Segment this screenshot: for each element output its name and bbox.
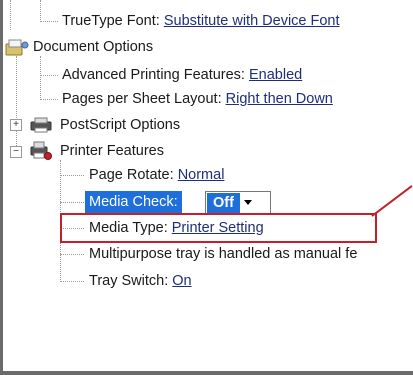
tree-item-tray-switch[interactable]: Tray Switch: On — [89, 270, 192, 292]
pages-per-sheet-label: Pages per Sheet Layout: — [62, 91, 222, 107]
tree-item-page-rotate[interactable]: Page Rotate: Normal — [89, 164, 224, 186]
printer-features-label: Printer Features — [60, 143, 164, 159]
printer-icon — [28, 115, 54, 139]
media-check-value: Off — [207, 193, 240, 213]
document-options-icon — [4, 38, 30, 62]
tray-switch-label: Tray Switch: — [89, 273, 169, 289]
tray-switch-value[interactable]: On — [172, 273, 191, 289]
tree-connector — [40, 75, 58, 76]
tree-connector — [60, 202, 84, 203]
page-rotate-label: Page Rotate: — [89, 167, 174, 183]
media-check-label[interactable]: Media Check: — [85, 191, 182, 213]
advanced-printing-label: Advanced Printing Features: — [62, 67, 245, 83]
document-options-label: Document Options — [33, 39, 154, 55]
tree-connector — [10, 0, 11, 30]
truetype-font-value[interactable]: Substitute with Device Font — [164, 13, 340, 29]
tree-connector — [60, 281, 84, 282]
advanced-printing-value[interactable]: Enabled — [249, 67, 302, 83]
pages-per-sheet-value[interactable]: Right then Down — [226, 91, 333, 107]
chevron-down-icon[interactable] — [240, 193, 256, 213]
tree-item-truetype-font[interactable]: TrueType Font: Substitute with Device Fo… — [62, 10, 340, 32]
window-frame-bottom — [0, 371, 413, 375]
tree-item-multipurpose-tray[interactable]: Multipurpose tray is handled as manual f… — [89, 243, 357, 265]
tree-connector — [40, 56, 41, 100]
media-check-dropdown[interactable]: Off — [205, 191, 271, 215]
printer-features-icon — [28, 139, 54, 165]
tree-item-advanced-printing[interactable]: Advanced Printing Features: Enabled — [62, 64, 302, 86]
multipurpose-tray-label: Multipurpose tray is handled as manual f… — [89, 246, 358, 262]
annotation-callout-line — [371, 185, 413, 217]
tree-connector — [16, 56, 17, 154]
truetype-font-label: TrueType Font: — [62, 13, 160, 29]
tree-item-document-options[interactable]: Document Options — [33, 36, 153, 58]
tree-connector — [40, 21, 58, 22]
tree-item-postscript-options[interactable]: PostScript Options — [60, 114, 180, 136]
expand-toggle-printer-features[interactable]: − — [10, 146, 22, 158]
tree-connector — [60, 175, 84, 176]
expand-toggle-postscript[interactable]: + — [10, 119, 22, 131]
tree-item-printer-features[interactable]: Printer Features — [60, 140, 164, 162]
settings-tree: TrueType Font: Substitute with Device Fo… — [0, 0, 413, 375]
tree-connector — [40, 99, 58, 100]
tree-connector — [40, 0, 41, 22]
window-frame-left — [0, 0, 3, 375]
tree-connector — [60, 254, 84, 255]
page-rotate-value[interactable]: Normal — [178, 167, 225, 183]
postscript-options-label: PostScript Options — [60, 117, 181, 133]
tree-item-pages-per-sheet[interactable]: Pages per Sheet Layout: Right then Down — [62, 88, 333, 110]
annotation-highlight-box — [60, 213, 377, 243]
